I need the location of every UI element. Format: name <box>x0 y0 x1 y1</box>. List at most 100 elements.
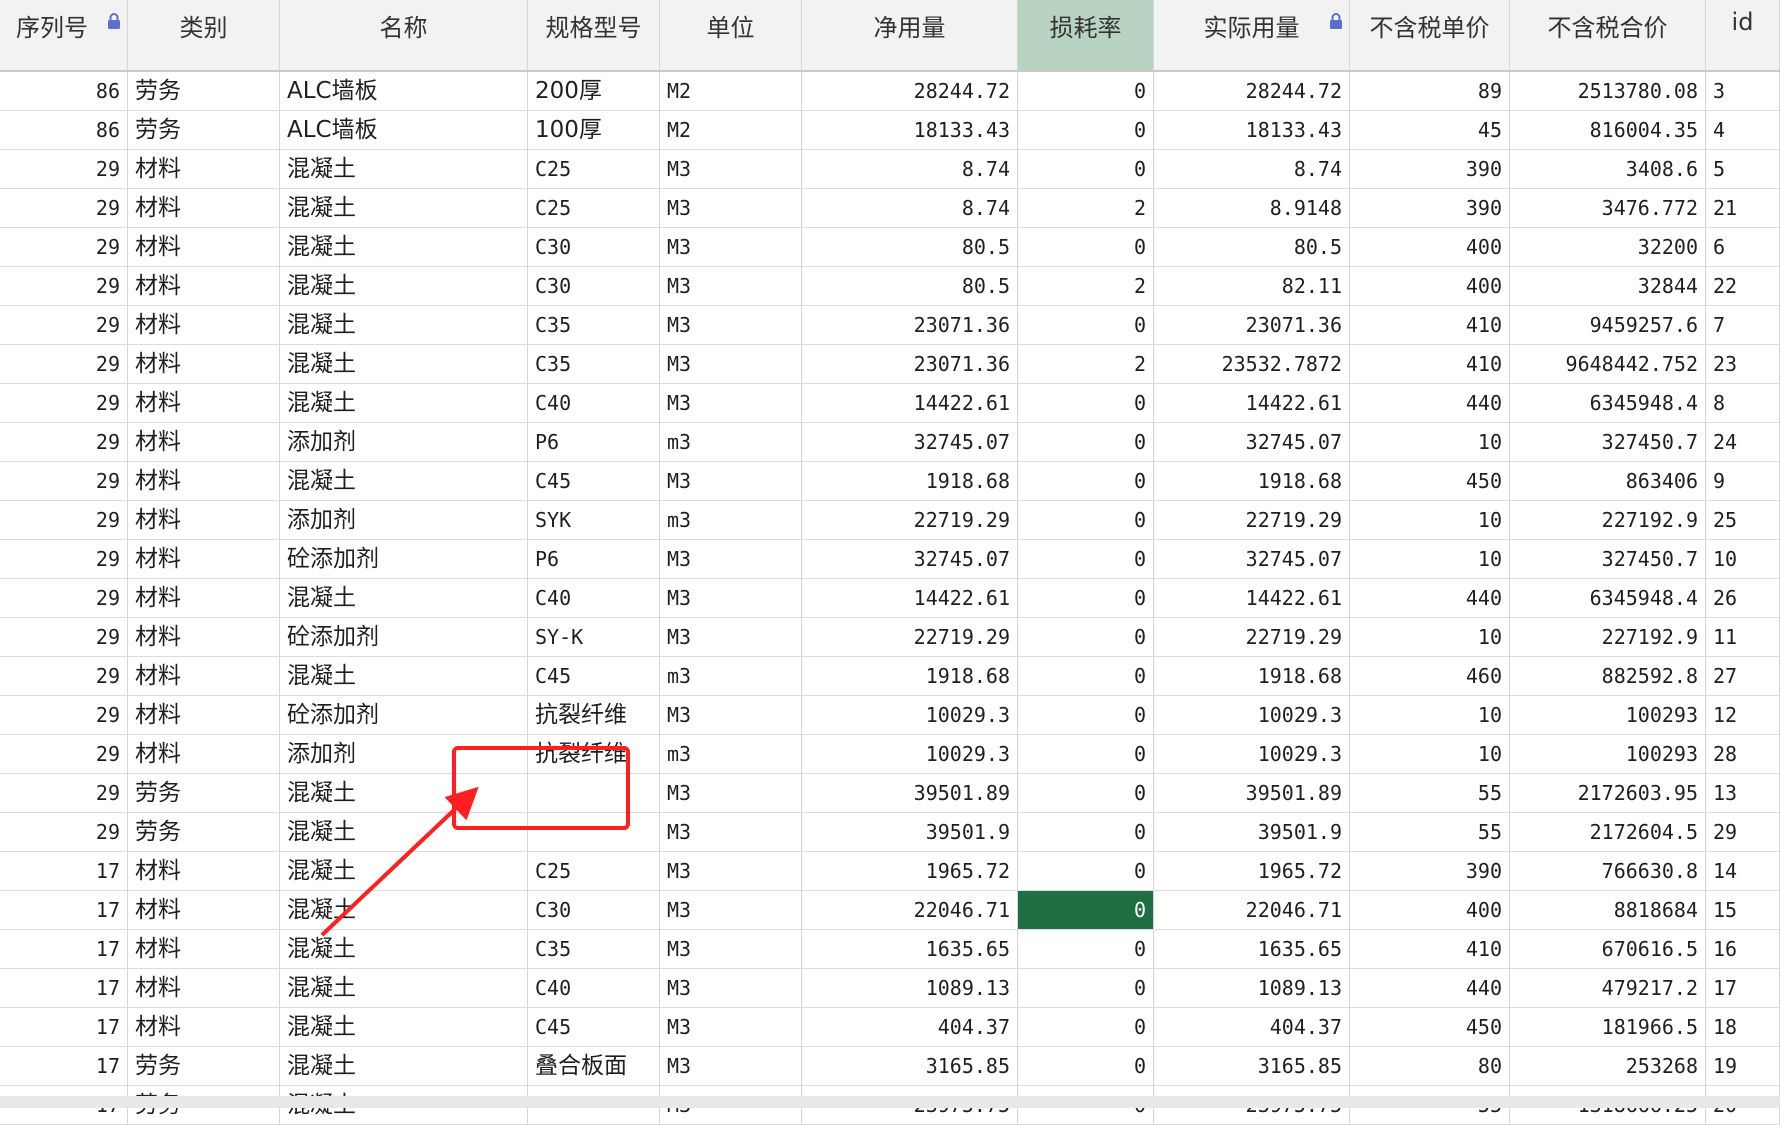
cell-name[interactable]: 砼添加剂 <box>280 540 528 578</box>
table-row[interactable]: 29 材料 添加剂 抗裂纤维 m3 10029.3 0 10029.3 10 100293 28 <box>0 735 1780 774</box>
cell-unit[interactable]: M3 <box>660 579 802 617</box>
cell-category[interactable]: 劳务 <box>128 1047 280 1085</box>
cell-category[interactable]: 劳务 <box>128 774 280 812</box>
cell-category[interactable]: 材料 <box>128 618 280 656</box>
cell-unit-price-excl-tax[interactable]: 10 <box>1350 501 1510 539</box>
cell-loss-rate[interactable]: 0 <box>1018 150 1154 188</box>
cell-unit[interactable]: M3 <box>660 696 802 734</box>
table-row[interactable]: 17 材料 混凝土 C35 M3 1635.65 0 1635.65 410 670616.5 16 <box>0 930 1780 969</box>
cell-category[interactable]: 材料 <box>128 423 280 461</box>
cell-spec-model[interactable]: C30 <box>528 267 660 305</box>
cell-unit[interactable]: m3 <box>660 501 802 539</box>
cell-id[interactable]: 4 <box>1706 111 1780 149</box>
cell-loss-rate[interactable]: 0 <box>1018 384 1154 422</box>
cell-unit[interactable]: M3 <box>660 813 802 851</box>
cell-unit[interactable]: M2 <box>660 111 802 149</box>
cell-unit-price-excl-tax[interactable]: 89 <box>1350 72 1510 110</box>
cell-id[interactable]: 11 <box>1706 618 1780 656</box>
cell-name[interactable]: 混凝土 <box>280 852 528 890</box>
cell-id[interactable]: 10 <box>1706 540 1780 578</box>
column-header-loss-rate[interactable]: 损耗率 <box>1018 0 1154 70</box>
cell-unit[interactable]: M3 <box>660 1008 802 1046</box>
cell-unit-price-excl-tax[interactable]: 400 <box>1350 228 1510 266</box>
cell-name[interactable]: 添加剂 <box>280 501 528 539</box>
cell-actual-usage[interactable]: 1635.65 <box>1154 930 1350 968</box>
cell-spec-model[interactable]: C40 <box>528 384 660 422</box>
cell-unit-price-excl-tax[interactable]: 55 <box>1350 774 1510 812</box>
cell-id[interactable]: 24 <box>1706 423 1780 461</box>
cell-actual-usage[interactable]: 8.9148 <box>1154 189 1350 227</box>
cell-unit-price-excl-tax[interactable]: 10 <box>1350 540 1510 578</box>
cell-total-price-excl-tax[interactable]: 479217.2 <box>1510 969 1706 1007</box>
cell-id[interactable]: 8 <box>1706 384 1780 422</box>
cell-id[interactable]: 7 <box>1706 306 1780 344</box>
cell-name[interactable]: 混凝土 <box>280 1008 528 1046</box>
cell-loss-rate[interactable]: 0 <box>1018 774 1154 812</box>
cell-name[interactable]: 混凝土 <box>280 345 528 383</box>
cell-unit-price-excl-tax[interactable]: 10 <box>1350 696 1510 734</box>
cell-serial-number[interactable]: 29 <box>0 462 128 500</box>
cell-id[interactable]: 12 <box>1706 696 1780 734</box>
cell-loss-rate[interactable]: 0 <box>1018 735 1154 773</box>
cell-loss-rate[interactable]: 0 <box>1018 579 1154 617</box>
cell-unit-price-excl-tax[interactable]: 390 <box>1350 189 1510 227</box>
table-row[interactable]: 29 劳务 混凝土 M3 39501.89 0 39501.89 55 2172603.95 13 <box>0 774 1780 813</box>
cell-total-price-excl-tax[interactable]: 32200 <box>1510 228 1706 266</box>
cell-serial-number[interactable]: 29 <box>0 735 128 773</box>
cell-name[interactable]: ALC墙板 <box>280 72 528 110</box>
cell-name[interactable]: 砼添加剂 <box>280 618 528 656</box>
cell-id[interactable]: 5 <box>1706 150 1780 188</box>
cell-total-price-excl-tax[interactable]: 863406 <box>1510 462 1706 500</box>
cell-serial-number[interactable]: 29 <box>0 579 128 617</box>
cell-total-price-excl-tax[interactable]: 670616.5 <box>1510 930 1706 968</box>
cell-spec-model[interactable]: C40 <box>528 579 660 617</box>
cell-net-usage[interactable]: 8.74 <box>802 189 1018 227</box>
cell-actual-usage[interactable]: 1089.13 <box>1154 969 1350 1007</box>
cell-actual-usage[interactable]: 404.37 <box>1154 1008 1350 1046</box>
cell-net-usage[interactable]: 14422.61 <box>802 579 1018 617</box>
cell-net-usage[interactable]: 1918.68 <box>802 657 1018 695</box>
cell-id[interactable]: 3 <box>1706 72 1780 110</box>
table-row[interactable]: 29 材料 混凝土 C40 M3 14422.61 0 14422.61 440 6345948.… <box>0 384 1780 423</box>
cell-category[interactable]: 材料 <box>128 891 280 929</box>
cell-actual-usage[interactable]: 1918.68 <box>1154 657 1350 695</box>
column-header-id[interactable]: id <box>1706 0 1780 70</box>
cell-serial-number[interactable]: 29 <box>0 384 128 422</box>
cell-id[interactable]: 19 <box>1706 1047 1780 1085</box>
cell-spec-model[interactable]: 叠合板面 <box>528 1047 660 1085</box>
cell-serial-number[interactable]: 86 <box>0 111 128 149</box>
cell-id[interactable]: 9 <box>1706 462 1780 500</box>
cell-loss-rate[interactable]: 0 <box>1018 930 1154 968</box>
cell-spec-model[interactable]: C45 <box>528 462 660 500</box>
cell-name[interactable]: 添加剂 <box>280 423 528 461</box>
cell-actual-usage[interactable]: 32745.07 <box>1154 540 1350 578</box>
cell-loss-rate[interactable]: 0 <box>1018 1008 1154 1046</box>
cell-spec-model[interactable]: P6 <box>528 540 660 578</box>
table-row[interactable]: 17 材料 混凝土 C40 M3 1089.13 0 1089.13 440 479217.2 17 <box>0 969 1780 1008</box>
cell-id[interactable]: 14 <box>1706 852 1780 890</box>
column-header-unit[interactable]: 单位 <box>660 0 802 70</box>
cell-actual-usage[interactable]: 18133.43 <box>1154 111 1350 149</box>
cell-unit[interactable]: M3 <box>660 852 802 890</box>
cell-id[interactable]: 26 <box>1706 579 1780 617</box>
cell-net-usage[interactable]: 1635.65 <box>802 930 1018 968</box>
cell-loss-rate[interactable]: 2 <box>1018 189 1154 227</box>
cell-id[interactable]: 23 <box>1706 345 1780 383</box>
cell-spec-model[interactable]: C30 <box>528 891 660 929</box>
cell-total-price-excl-tax[interactable]: 6345948.4 <box>1510 579 1706 617</box>
cell-spec-model[interactable]: SY-K <box>528 618 660 656</box>
cell-category[interactable]: 材料 <box>128 1008 280 1046</box>
cell-serial-number[interactable]: 29 <box>0 189 128 227</box>
cell-net-usage[interactable]: 32745.07 <box>802 423 1018 461</box>
cell-unit-price-excl-tax[interactable]: 10 <box>1350 618 1510 656</box>
cell-category[interactable]: 材料 <box>128 852 280 890</box>
cell-spec-model[interactable]: P6 <box>528 423 660 461</box>
cell-net-usage[interactable]: 23071.36 <box>802 345 1018 383</box>
cell-net-usage[interactable]: 22719.29 <box>802 618 1018 656</box>
cell-unit[interactable]: M3 <box>660 540 802 578</box>
table-row[interactable]: 29 材料 砼添加剂 抗裂纤维 M3 10029.3 0 10029.3 10 100293 12 <box>0 696 1780 735</box>
cell-unit[interactable]: M3 <box>660 462 802 500</box>
cell-unit-price-excl-tax[interactable]: 400 <box>1350 267 1510 305</box>
cell-id[interactable]: 16 <box>1706 930 1780 968</box>
cell-serial-number[interactable]: 29 <box>0 501 128 539</box>
